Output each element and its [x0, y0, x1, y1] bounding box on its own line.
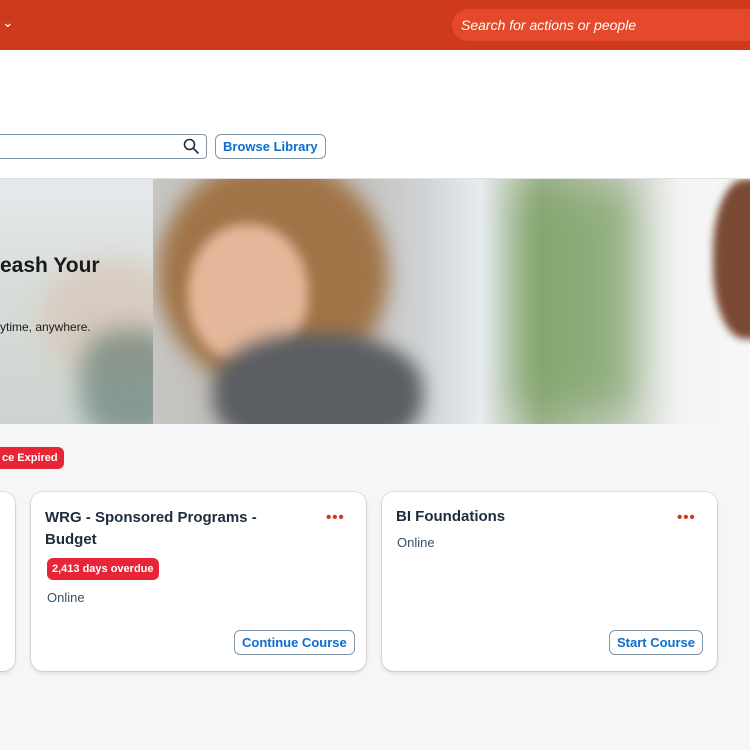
browse-library-button[interactable]: Browse Library — [215, 134, 326, 159]
delivery-type: Online — [397, 535, 435, 550]
start-course-button[interactable]: Start Course — [609, 630, 704, 655]
banner-background — [0, 179, 180, 424]
course-title-line2[interactable]: Budget — [45, 529, 97, 551]
more-options-button[interactable]: ••• — [326, 509, 345, 526]
banner-title: eash Your — [0, 254, 100, 277]
course-card[interactable]: WRG - Sponsored Programs - Budget ••• 2,… — [31, 492, 366, 671]
banner-photo — [153, 179, 750, 424]
overdue-badge: 2,413 days overdue — [47, 558, 159, 580]
chevron-down-icon[interactable]: ⌄ — [2, 14, 14, 31]
search-icon[interactable] — [182, 137, 200, 155]
banner-subtitle: ytime, anywhere. — [0, 320, 91, 334]
more-options-button[interactable]: ••• — [677, 509, 696, 526]
course-card[interactable] — [0, 492, 15, 671]
toolbar-area — [0, 50, 750, 179]
shell-bar: ⌄ Search for actions or people — [0, 0, 750, 50]
course-title[interactable]: BI Foundations — [396, 506, 505, 528]
hero-banner — [0, 179, 750, 424]
global-search-input[interactable]: Search for actions or people — [452, 9, 750, 41]
expired-badge: ce Expired — [0, 447, 64, 469]
delivery-type: Online — [47, 590, 85, 605]
library-search-input[interactable] — [0, 134, 207, 159]
continue-course-button[interactable]: Continue Course — [234, 630, 355, 655]
course-card[interactable]: BI Foundations ••• Online Start Course — [382, 492, 717, 671]
course-title[interactable]: WRG - Sponsored Programs - — [45, 507, 257, 529]
